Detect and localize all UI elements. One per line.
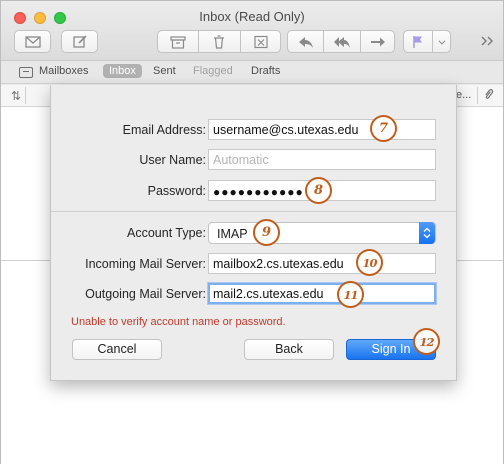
archive-icon (169, 35, 186, 49)
junk-icon (253, 35, 268, 48)
account-type-select[interactable]: IMAP (208, 222, 436, 244)
email-field[interactable]: username@cs.utexas.edu (208, 119, 436, 140)
account-type-label: Account Type: (127, 226, 206, 240)
mail-window: Inbox (Read Only) Mailboxes Inbox Sent F… (0, 0, 504, 464)
column-divider (25, 87, 26, 104)
trash-icon (214, 34, 224, 49)
incoming-server-row: Incoming Mail Server: mailbox2.cs.utexas… (51, 253, 458, 275)
reply-all-icon (334, 36, 350, 48)
flag-icon (413, 35, 422, 48)
outgoing-server-label: Outgoing Mail Server: (85, 287, 206, 301)
cancel-button[interactable]: Cancel (72, 339, 162, 360)
compose-icon (72, 34, 87, 48)
incoming-server-label: Incoming Mail Server: (85, 257, 206, 271)
forward-icon (370, 37, 385, 46)
section-divider (51, 211, 458, 212)
favorites-drafts[interactable]: Drafts (251, 65, 280, 77)
step-badge-outgoing: 11 (337, 281, 364, 308)
favorites-inbox[interactable]: Inbox (103, 64, 142, 78)
username-row: User Name: Automatic (51, 149, 458, 171)
favorites-bar: Mailboxes Inbox Sent Flagged Drafts (1, 61, 503, 84)
select-arrows-icon (419, 222, 435, 244)
archive-button[interactable] (157, 30, 197, 53)
password-row: Password: ●●●●●●●●●●● (51, 180, 458, 202)
junk-button[interactable] (241, 30, 281, 53)
title-bar: Inbox (Read Only) (1, 1, 503, 61)
attachment-icon[interactable] (483, 88, 494, 104)
outgoing-server-field[interactable]: mail2.cs.utexas.edu (208, 283, 436, 304)
window-title: Inbox (Read Only) (199, 9, 305, 24)
favorites-flagged[interactable]: Flagged (193, 65, 233, 77)
step-badge-sign-in: 12 (413, 328, 440, 355)
email-label: Email Address: (122, 123, 206, 137)
username-label: User Name: (139, 153, 206, 167)
envelope-icon (24, 35, 41, 48)
step-badge-email: 7 (370, 115, 397, 142)
reply-all-button[interactable] (324, 30, 360, 53)
mailbox-icon (19, 67, 33, 78)
step-badge-incoming: 10 (356, 249, 383, 276)
username-field[interactable]: Automatic (208, 149, 436, 170)
back-button[interactable]: Back (244, 339, 334, 360)
error-message: Unable to verify account name or passwor… (71, 316, 286, 328)
column-divider (477, 87, 478, 104)
forward-button[interactable] (361, 30, 395, 53)
flag-button[interactable] (403, 30, 432, 53)
step-badge-password: 8 (305, 177, 332, 204)
favorites-mailboxes[interactable]: Mailboxes (39, 65, 89, 77)
compose-button[interactable] (61, 30, 98, 53)
password-label: Password: (147, 184, 206, 198)
chevron-down-icon (438, 39, 445, 45)
favorites-sent[interactable]: Sent (153, 65, 176, 77)
outgoing-server-row: Outgoing Mail Server: mail2.cs.utexas.ed… (51, 283, 458, 305)
sidebar-toggle-icon (481, 36, 493, 46)
sort-icon[interactable]: ⇅ (11, 89, 21, 103)
account-type-value: IMAP (217, 227, 248, 241)
get-mail-button[interactable] (14, 30, 51, 53)
column-header-label[interactable]: e... (456, 89, 471, 101)
delete-button[interactable] (199, 30, 239, 53)
flag-menu-button[interactable] (433, 30, 451, 53)
incoming-server-field[interactable]: mailbox2.cs.utexas.edu (208, 253, 436, 274)
reply-button[interactable] (287, 30, 323, 53)
step-badge-account-type: 9 (253, 219, 280, 246)
email-row: Email Address: username@cs.utexas.edu (51, 119, 458, 141)
reply-icon (298, 36, 313, 48)
sidebar-toggle-button[interactable] (479, 34, 495, 48)
